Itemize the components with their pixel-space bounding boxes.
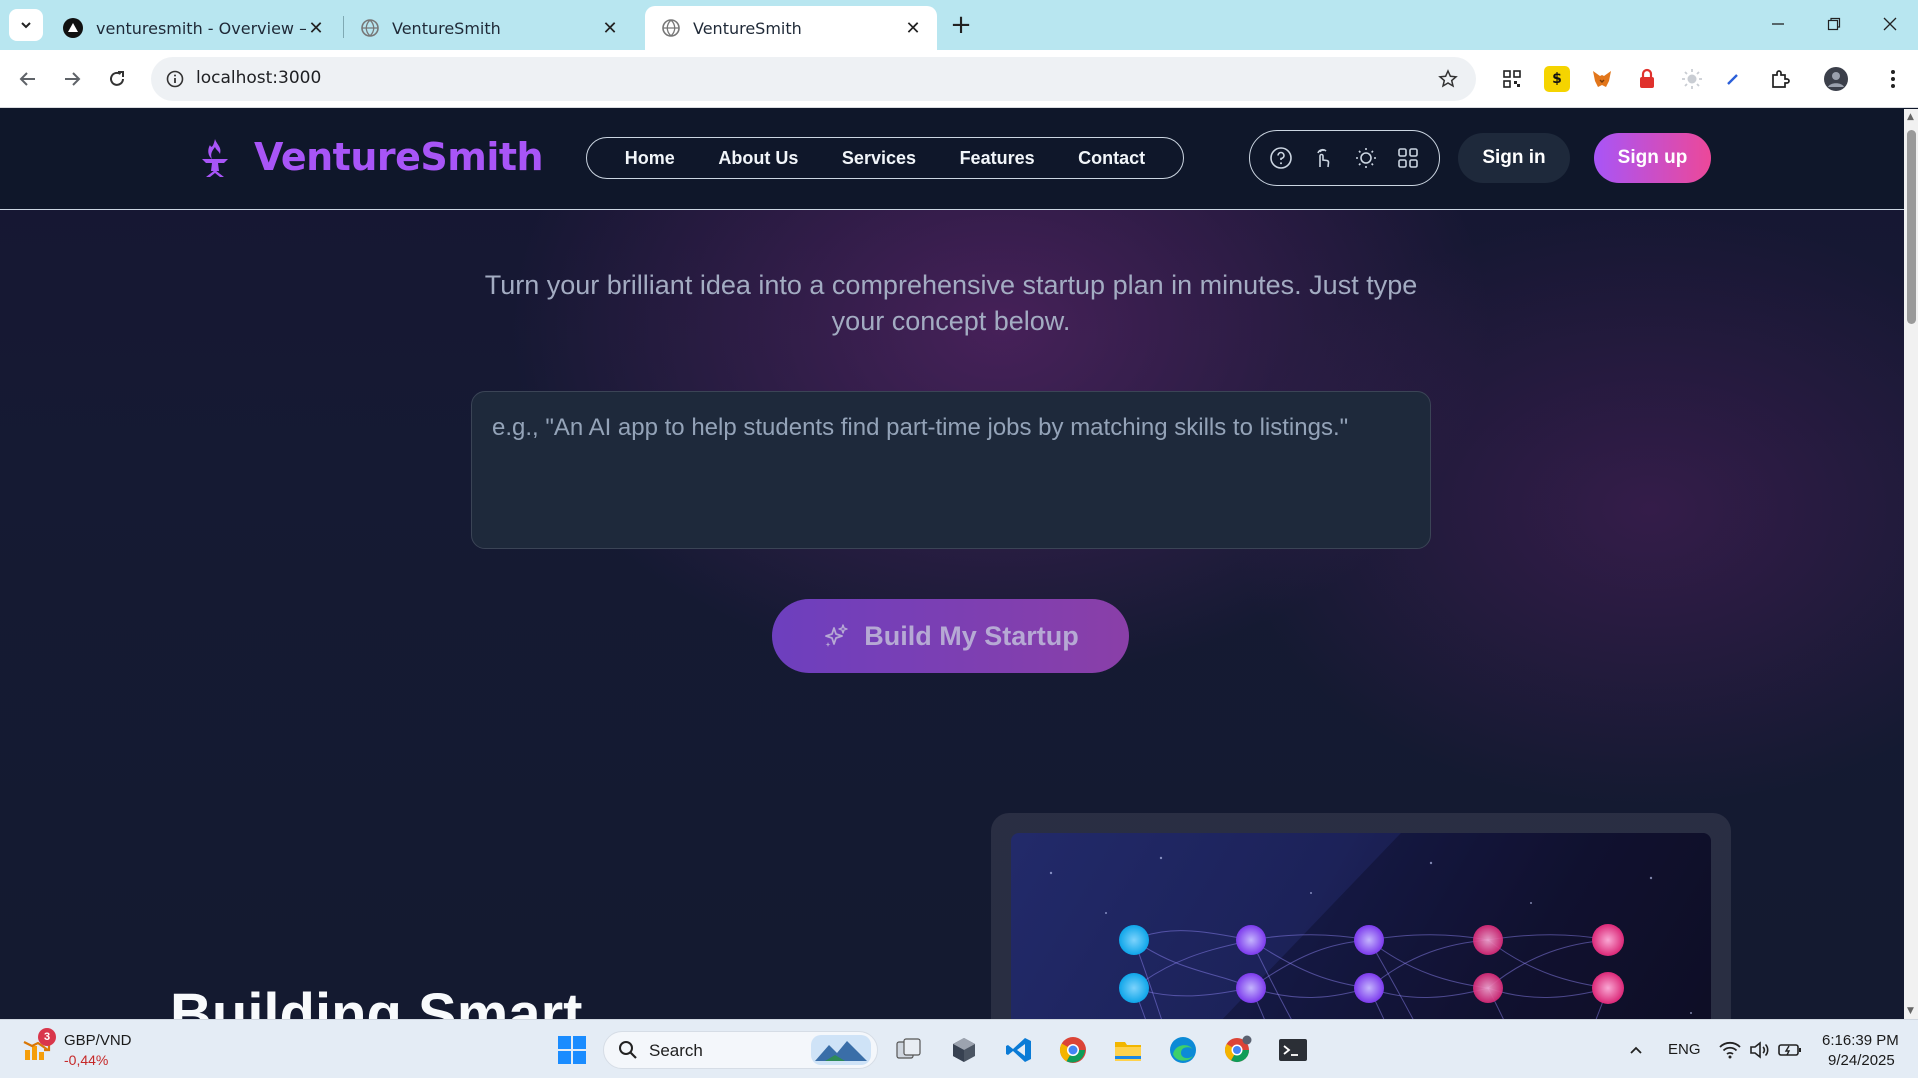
hand-pointer-icon[interactable]: [1310, 145, 1336, 171]
chrome-profile-icon[interactable]: [1222, 1034, 1254, 1066]
search-icon: [619, 1041, 637, 1059]
sign-up-button[interactable]: Sign up: [1594, 133, 1711, 183]
neural-network-image: [1011, 833, 1711, 1019]
site-header: VentureSmith Home About Us Services Feat…: [0, 109, 1904, 210]
taskbar-search[interactable]: Search: [603, 1031, 878, 1069]
search-highlight-image-icon: [811, 1035, 871, 1065]
restore-icon: [1827, 17, 1841, 31]
close-icon: [1883, 17, 1897, 31]
extensions-puzzle-icon[interactable]: [1767, 66, 1793, 92]
new-tab-button[interactable]: +: [948, 10, 974, 40]
profile-avatar-icon[interactable]: [1823, 66, 1849, 92]
url-text: localhost:3000: [196, 68, 322, 88]
bookmark-star-icon[interactable]: [1436, 67, 1460, 91]
scroll-down-arrow-icon[interactable]: ▼: [1907, 1006, 1914, 1016]
build-button-label: Build My Startup: [864, 620, 1079, 651]
tab-title: venturesmith - Overview – Verc: [96, 18, 306, 38]
minimize-button[interactable]: [1766, 12, 1790, 36]
apps-grid-icon[interactable]: [1395, 145, 1421, 171]
vercel-icon: [63, 18, 83, 38]
browser-tab-strip: venturesmith - Overview – Verc ✕ Venture…: [0, 0, 1918, 50]
close-icon[interactable]: ✕: [600, 18, 620, 39]
wifi-icon[interactable]: [1714, 1034, 1746, 1066]
reload-button[interactable]: [101, 63, 133, 95]
notification-badge: 3: [38, 1028, 56, 1046]
qr-extension-icon[interactable]: [1499, 66, 1525, 92]
language-indicator[interactable]: ENG: [1668, 1041, 1701, 1058]
startup-idea-input[interactable]: [471, 391, 1431, 549]
sun-extension-icon[interactable]: [1679, 66, 1705, 92]
tab-vercel[interactable]: venturesmith - Overview – Verc ✕: [46, 6, 340, 50]
tab-venturesmith-1[interactable]: VentureSmith ✕: [344, 6, 634, 50]
lock-extension-icon[interactable]: [1634, 66, 1660, 92]
battery-icon[interactable]: [1774, 1034, 1806, 1066]
clock-date[interactable]: 9/24/2025: [1828, 1052, 1895, 1069]
reload-icon: [110, 71, 124, 86]
close-window-button[interactable]: [1878, 12, 1902, 36]
arrow-left-icon: [19, 72, 35, 86]
scroll-up-arrow-icon[interactable]: ▲: [1907, 112, 1914, 122]
flame-logo-icon: [202, 139, 228, 177]
clock-time[interactable]: 6:16:39 PM: [1822, 1032, 1899, 1049]
task-view-icon[interactable]: [893, 1034, 925, 1066]
currency-widget[interactable]: 3 GBP/VND -0,44%: [20, 1028, 140, 1072]
windows-start-icon[interactable]: [556, 1034, 588, 1066]
nav-contact[interactable]: Contact: [1078, 148, 1145, 169]
header-icon-bar: [1249, 130, 1440, 186]
hero-tagline: Turn your brilliant idea into a comprehe…: [484, 270, 1418, 336]
brand-name[interactable]: VentureSmith: [254, 135, 544, 179]
neural-network-illustration: [1049, 833, 1711, 1019]
chrome-icon[interactable]: [1057, 1034, 1089, 1066]
close-icon[interactable]: ✕: [903, 18, 923, 39]
tab-search-button[interactable]: [9, 9, 43, 41]
sparkles-icon: [825, 624, 848, 647]
browser-menu-icon[interactable]: [1880, 66, 1906, 92]
browser-toolbar: localhost:3000 $: [0, 50, 1918, 108]
build-my-startup-button[interactable]: Build My Startup: [772, 599, 1129, 673]
chevron-up-icon[interactable]: [1620, 1034, 1652, 1066]
hero-visual-card: [991, 813, 1731, 1019]
terminal-icon[interactable]: [1277, 1034, 1309, 1066]
site-info-icon[interactable]: [163, 67, 187, 91]
hero-heading: Building Smart: [170, 982, 583, 1019]
nav-services[interactable]: Services: [842, 148, 916, 169]
ticker-change: -0,44%: [64, 1052, 109, 1068]
vscode-icon[interactable]: [1003, 1034, 1035, 1066]
arrow-right-icon: [65, 72, 81, 86]
tab-title: VentureSmith: [392, 18, 501, 38]
windows-taskbar: 3 GBP/VND -0,44% Search ENG 6:16:39 PM 9…: [0, 1019, 1918, 1078]
file-explorer-icon[interactable]: [1112, 1034, 1144, 1066]
metamask-fox-icon[interactable]: [1589, 66, 1615, 92]
minimize-icon: [1772, 23, 1784, 25]
nav-features[interactable]: Features: [960, 148, 1035, 169]
help-icon[interactable]: [1268, 145, 1294, 171]
address-bar[interactable]: localhost:3000: [151, 57, 1476, 101]
tab-venturesmith-active[interactable]: VentureSmith ✕: [645, 6, 937, 50]
nav-about-us[interactable]: About Us: [718, 148, 798, 169]
theme-sun-icon[interactable]: [1353, 145, 1379, 171]
restore-button[interactable]: [1822, 12, 1846, 36]
main-nav: Home About Us Services Features Contact: [586, 137, 1184, 179]
forward-button[interactable]: [56, 63, 88, 95]
search-label: Search: [649, 1041, 703, 1060]
pen-extension-icon[interactable]: [1720, 66, 1746, 92]
chevron-down-icon: [21, 22, 31, 29]
nav-home[interactable]: Home: [625, 148, 675, 169]
edge-icon[interactable]: [1167, 1034, 1199, 1066]
globe-icon: [662, 19, 680, 37]
ticker-pair: GBP/VND: [64, 1032, 132, 1049]
back-button[interactable]: [12, 63, 44, 95]
cube-app-icon[interactable]: [948, 1034, 980, 1066]
dollar-extension-icon[interactable]: $: [1544, 66, 1570, 92]
globe-icon: [361, 19, 379, 37]
close-icon[interactable]: ✕: [306, 18, 326, 39]
sign-in-button[interactable]: Sign in: [1458, 133, 1570, 183]
tab-title: VentureSmith: [693, 18, 802, 38]
page-scrollbar[interactable]: ▲ ▼: [1904, 109, 1918, 1019]
scrollbar-thumb[interactable]: [1907, 130, 1916, 324]
volume-icon[interactable]: [1744, 1034, 1776, 1066]
page-viewport: VentureSmith Home About Us Services Feat…: [0, 109, 1904, 1019]
